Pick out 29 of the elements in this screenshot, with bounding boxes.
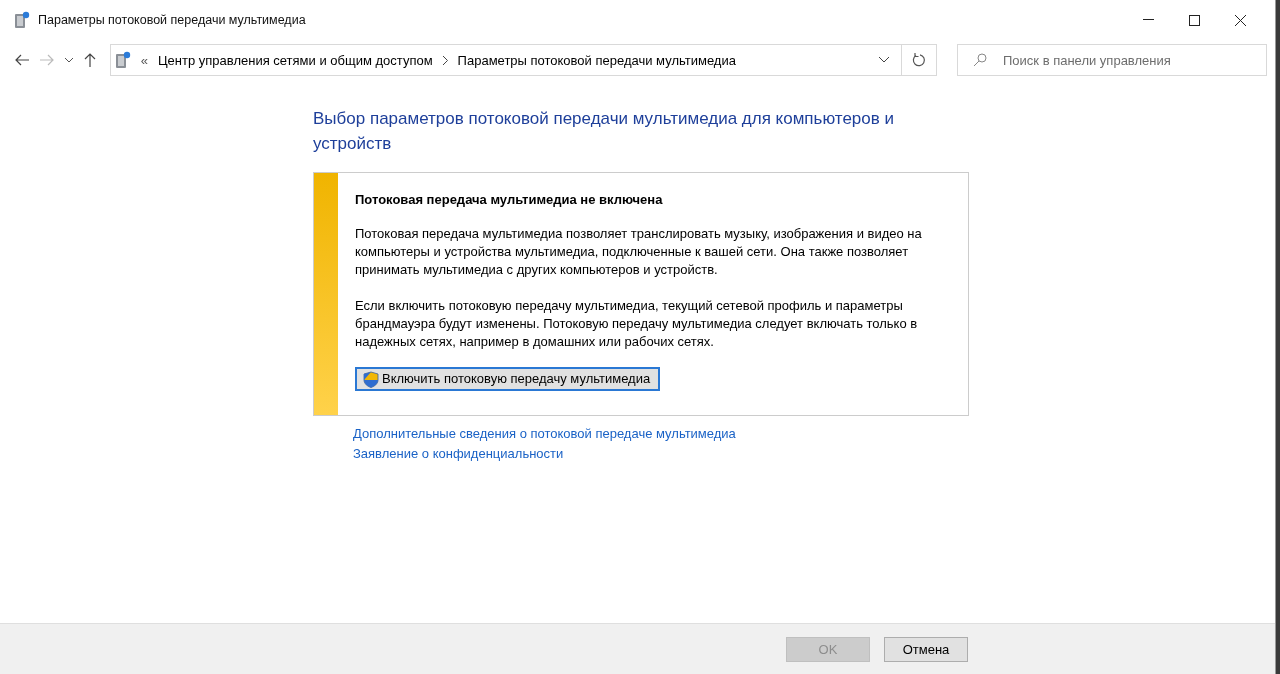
maximize-icon	[1188, 14, 1200, 26]
breadcrumb[interactable]: Параметры потоковой передачи мультимедиа	[457, 52, 736, 68]
close-icon	[1234, 14, 1246, 26]
up-arrow-icon	[84, 53, 97, 67]
overflow-chevron[interactable]: «	[140, 52, 148, 68]
search-field[interactable]: Поиск в панели управления	[957, 44, 1267, 76]
refresh-button[interactable]	[902, 44, 937, 76]
back-arrow-icon	[14, 54, 29, 66]
dialog-button[interactable]: Отмена	[884, 636, 968, 662]
control-panel-icon	[14, 11, 30, 29]
chevron-icon	[442, 55, 448, 65]
caret-icon	[879, 57, 890, 63]
control-panel-icon	[114, 51, 131, 69]
enable-streaming-button[interactable]: Включить потоковую передачу мультимедиа	[355, 367, 661, 391]
refresh-icon	[912, 53, 927, 67]
search-icon	[973, 53, 987, 67]
minimize-icon	[1142, 19, 1154, 21]
breadcrumb[interactable]: Центр управления сетями и общим доступом	[158, 52, 433, 68]
address-bar[interactable]: « Центр управления сетями и общим доступом Параметры потоковой передачи мультимедиа	[109, 44, 903, 76]
page-heading: Выбор параметров потоковой передачи мультимедиа для компьютеров и устройств	[313, 108, 895, 155]
caret-icon	[64, 57, 73, 63]
help-link[interactable]: Заявление о конфиденциальности	[353, 446, 564, 461]
help-link[interactable]: Дополнительные сведения о потоковой передаче мультимедиа	[353, 426, 736, 441]
shield-icon	[363, 370, 379, 388]
notice-paragraph: Если включить потоковую передачу мультимедиа, текущий сетевой профиль и параметры брандмауэра будут изменены. Потоковую передачу мультимедиа следует включать только в надежных сетях, например в домашних или рабочих сетях.	[355, 297, 919, 351]
window-title: Параметры потоковой передачи мультимедиа	[38, 13, 306, 27]
notice-title: Потоковая передача мультимедиа не включена	[355, 191, 664, 209]
notice-paragraph: Потоковая передача мультимедиа позволяет транслировать музыку, изображения и видео на компьютеры и устройства мультимедиа, подключенные к вашей сети. Она также позволяет принимать мультимедиа с других компьютеров и устройств.	[355, 225, 923, 279]
forward-arrow-icon	[40, 54, 55, 66]
